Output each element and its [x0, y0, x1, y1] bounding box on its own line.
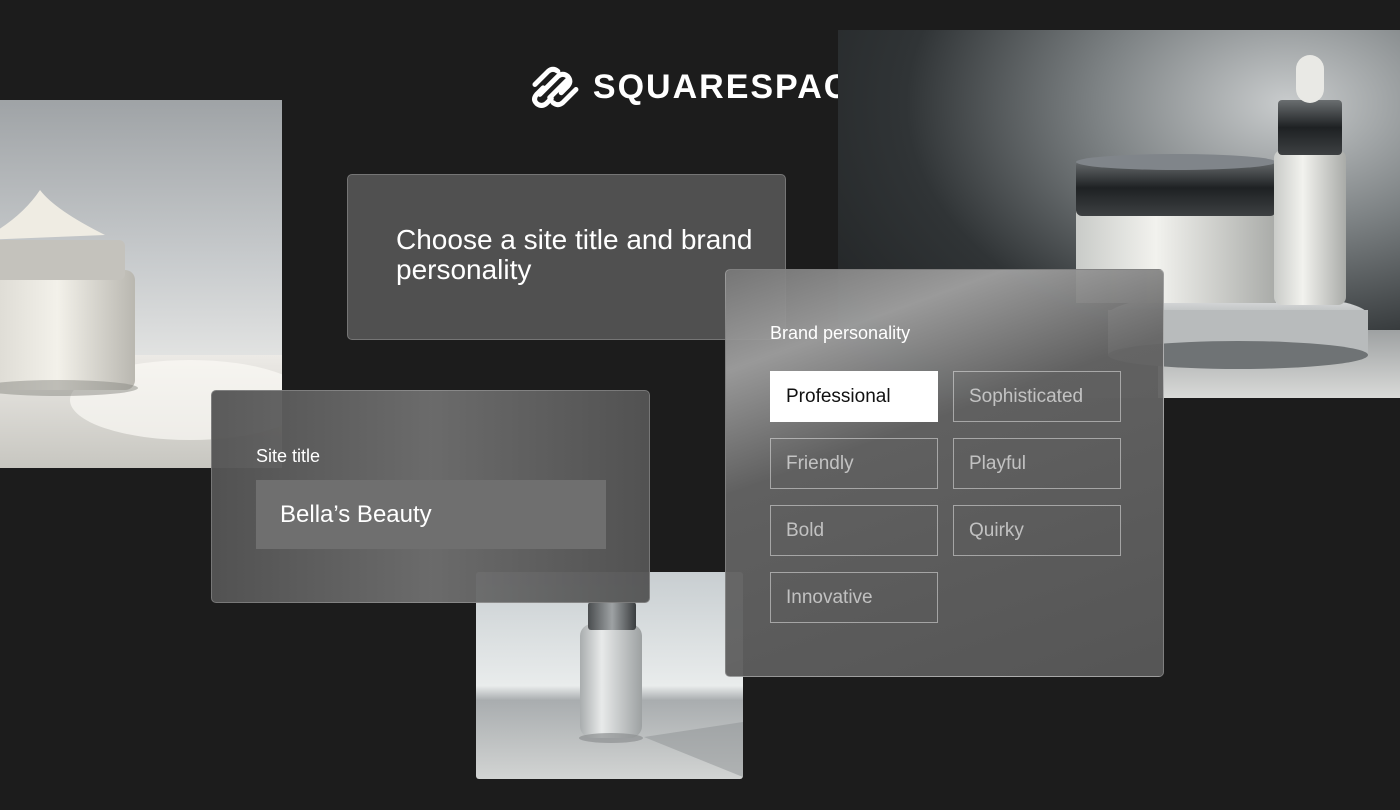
personality-option-innovative[interactable]: Innovative	[770, 572, 938, 623]
page-heading: Choose a site title and brand personalit…	[396, 224, 753, 285]
bottle-photo	[476, 572, 743, 779]
personality-option-sophisticated[interactable]: Sophisticated	[953, 371, 1121, 422]
personality-option-professional[interactable]: Professional	[770, 371, 938, 422]
site-title-label: Site title	[256, 446, 321, 466]
personality-option-quirky[interactable]: Quirky	[953, 505, 1121, 556]
personality-option-bold[interactable]: Bold	[770, 505, 938, 556]
site-title-card: Site title	[211, 390, 650, 603]
personality-options: Professional Sophisticated Friendly Play…	[770, 371, 1121, 623]
personality-option-friendly[interactable]: Friendly	[770, 438, 938, 489]
brand-personality-card: Brand personality Professional Sophistic…	[725, 269, 1164, 677]
squarespace-logo: SQUARESPACE	[530, 60, 875, 114]
personality-option-playful[interactable]: Playful	[953, 438, 1121, 489]
site-title-input[interactable]	[256, 480, 606, 549]
brand-personality-label: Brand personality	[770, 323, 911, 343]
squarespace-logo-icon	[532, 66, 579, 108]
logo-wordmark: SQUARESPACE	[592, 67, 875, 106]
heading-card: Choose a site title and brand personalit…	[347, 174, 786, 340]
